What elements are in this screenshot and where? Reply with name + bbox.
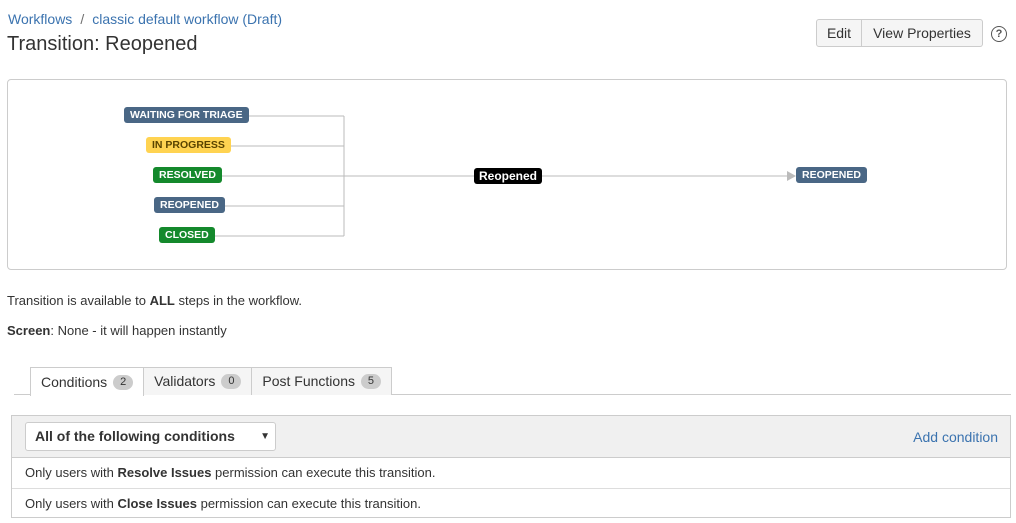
availability-text: Transition is available to ALL steps in … (7, 293, 302, 308)
header-actions: Edit View Properties (816, 19, 983, 47)
tab-count-badge: 2 (113, 374, 134, 390)
condition-prefix: Only users with (25, 465, 118, 480)
add-condition-link[interactable]: Add condition (913, 429, 998, 445)
breadcrumb-workflows-link[interactable]: Workflows (8, 11, 72, 27)
condition-row: Only users with Resolve Issues permissio… (12, 458, 1010, 489)
condition-group-select[interactable]: All of the following conditions ▼ (25, 422, 276, 451)
breadcrumb-workflow-link[interactable]: classic default workflow (Draft) (92, 11, 282, 27)
transition-label: Reopened (474, 168, 543, 184)
page-title: Transition: Reopened (7, 33, 198, 55)
edit-button[interactable]: Edit (816, 19, 862, 47)
tab-label: Conditions (41, 373, 108, 390)
status-lozenge-reopened-target[interactable]: REOPENED (796, 167, 867, 183)
status-lozenge-resolved[interactable]: RESOLVED (153, 167, 222, 183)
status-lozenge-in-progress[interactable]: IN PROGRESS (146, 137, 231, 153)
condition-permission: Resolve Issues (117, 465, 212, 480)
tab-label: Post Functions (262, 373, 355, 389)
status-lozenge-closed[interactable]: CLOSED (159, 227, 215, 243)
view-properties-button[interactable]: View Properties (862, 19, 983, 47)
availability-suffix: steps in the workflow. (174, 293, 303, 308)
condition-permission: Close Issues (117, 496, 197, 511)
screen-value: : None - it will happen instantly (50, 323, 227, 338)
conditions-panel: All of the following conditions ▼ Add co… (11, 415, 1011, 518)
status-lozenge-reopened-source[interactable]: REOPENED (154, 197, 225, 213)
tab-validators[interactable]: Validators 0 (144, 367, 253, 395)
availability-prefix: Transition is available to (7, 293, 150, 308)
help-icon[interactable]: ? (991, 26, 1007, 42)
arrow-head-icon (787, 171, 796, 181)
condition-group-value: All of the following conditions (35, 428, 235, 444)
conditions-panel-header: All of the following conditions ▼ Add co… (12, 416, 1010, 458)
condition-suffix: permission can execute this transition. (211, 465, 436, 480)
caret-down-icon: ▼ (260, 431, 270, 442)
tab-post-functions[interactable]: Post Functions 5 (252, 367, 392, 395)
transition-diagram: WAITING FOR TRIAGE IN PROGRESS RESOLVED … (7, 79, 1007, 270)
condition-row: Only users with Close Issues permission … (12, 489, 1010, 519)
breadcrumb-separator: / (80, 11, 85, 27)
tab-conditions[interactable]: Conditions 2 (30, 367, 145, 396)
availability-strong: ALL (149, 293, 175, 308)
screen-label: Screen (7, 323, 51, 338)
tab-count-badge: 5 (360, 374, 381, 389)
tab-label: Validators (154, 373, 216, 389)
transition-tabs: Conditions 2 Validators 0 Post Functions… (30, 367, 392, 396)
condition-prefix: Only users with (25, 496, 118, 511)
tab-count-badge: 0 (221, 374, 242, 389)
status-lozenge-waiting-for-triage[interactable]: WAITING FOR TRIAGE (124, 107, 249, 123)
breadcrumb: Workflows / classic default workflow (Draf… (8, 11, 282, 27)
condition-suffix: permission can execute this transition. (196, 496, 421, 511)
screen-text: Screen: None - it will happen instantly (7, 323, 227, 338)
